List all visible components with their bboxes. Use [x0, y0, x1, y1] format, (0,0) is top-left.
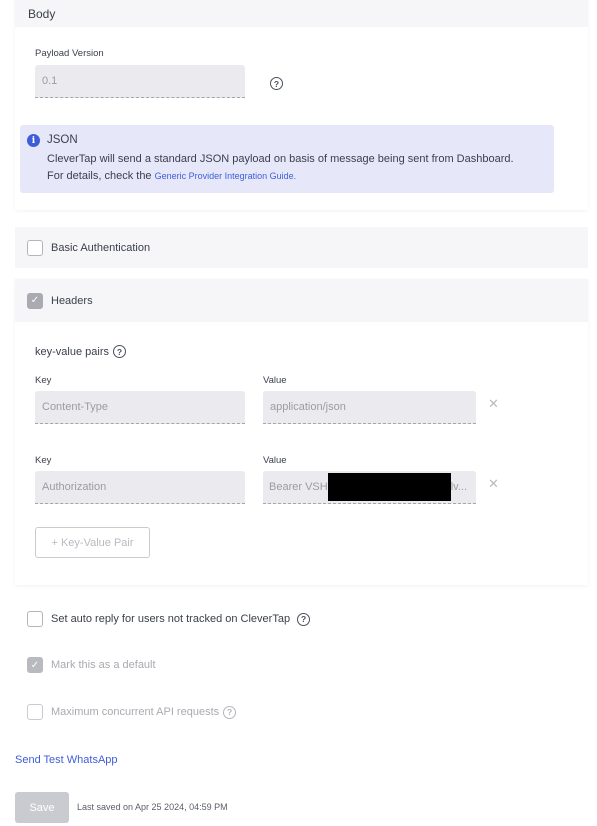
header-key-value: Content-Type	[42, 401, 109, 413]
body-section-header: Body	[15, 0, 588, 27]
key-label: Key	[35, 455, 52, 466]
mark-default-option[interactable]: ✓ Mark this as a default	[27, 657, 156, 673]
info-description: CleverTap will send a standard JSON payl…	[47, 153, 514, 165]
last-saved-text: Last saved on Apr 25 2024, 04:59 PM	[77, 802, 228, 812]
header-value-suffix: lv...	[450, 481, 467, 493]
basic-auth-checkbox[interactable]	[27, 239, 43, 256]
basic-auth-label: Basic Authentication	[51, 241, 151, 254]
payload-version-value: 0.1	[42, 75, 58, 87]
add-key-value-pair-button[interactable]: + Key-Value Pair	[35, 527, 150, 558]
headers-checkbox[interactable]: ✓	[27, 292, 43, 309]
json-info-box: i JSON CleverTap will send a standard JS…	[20, 125, 554, 193]
header-value-prefix: Bearer VSH	[269, 481, 328, 493]
remove-pair-icon[interactable]: ✕	[488, 476, 499, 492]
info-title: JSON	[47, 134, 78, 146]
question-circle-icon[interactable]: ?	[270, 77, 283, 90]
header-key-value: Authorization	[42, 481, 107, 493]
auto-reply-checkbox[interactable]	[27, 611, 43, 627]
payload-version-label: Payload Version	[35, 48, 104, 59]
header-value-value: application/json	[270, 401, 346, 413]
mark-default-checkbox[interactable]: ✓	[27, 657, 43, 673]
value-label: Value	[263, 375, 287, 386]
header-value-input[interactable]: application/json	[263, 391, 476, 424]
question-circle-icon[interactable]: ?	[112, 345, 126, 358]
auto-reply-option[interactable]: Set auto reply for users not tracked on …	[27, 611, 311, 627]
send-test-whatsapp-link[interactable]: Send Test WhatsApp	[15, 754, 118, 766]
info-text: CleverTap will send a standard JSON payl…	[47, 151, 552, 185]
value-label: Value	[263, 455, 287, 466]
headers-label: Headers	[51, 294, 93, 307]
payload-version-input[interactable]: 0.1	[35, 65, 245, 98]
mark-default-label: Mark this as a default	[51, 659, 156, 671]
remove-pair-icon[interactable]: ✕	[488, 396, 499, 412]
max-concurrent-checkbox[interactable]	[27, 704, 43, 720]
question-circle-icon[interactable]: ?	[223, 705, 237, 719]
max-concurrent-option[interactable]: Maximum concurrent API requests ?	[27, 704, 237, 720]
body-section-title: Body	[28, 6, 56, 21]
header-key-input[interactable]: Authorization	[35, 471, 245, 504]
header-value-input[interactable]: Bearer VSH lv...	[263, 471, 476, 504]
auto-reply-label: Set auto reply for users not tracked on …	[51, 613, 291, 625]
key-label: Key	[35, 375, 52, 386]
header-key-input[interactable]: Content-Type	[35, 391, 245, 424]
basic-auth-section[interactable]: Basic Authentication	[15, 227, 588, 268]
kv-pairs-label-row: key-value pairs ?	[35, 345, 126, 358]
integration-guide-link[interactable]: Generic Provider Integration Guide.	[155, 171, 297, 181]
question-circle-icon[interactable]: ?	[297, 612, 311, 626]
kv-pairs-label: key-value pairs	[35, 345, 109, 358]
max-concurrent-label: Maximum concurrent API requests	[51, 706, 220, 718]
headers-section-header[interactable]: ✓ Headers	[15, 279, 588, 322]
info-details-prefix: For details, check the	[47, 170, 155, 182]
redacted-block	[327, 473, 451, 501]
info-icon: i	[27, 134, 40, 147]
save-button[interactable]: Save	[15, 792, 69, 823]
